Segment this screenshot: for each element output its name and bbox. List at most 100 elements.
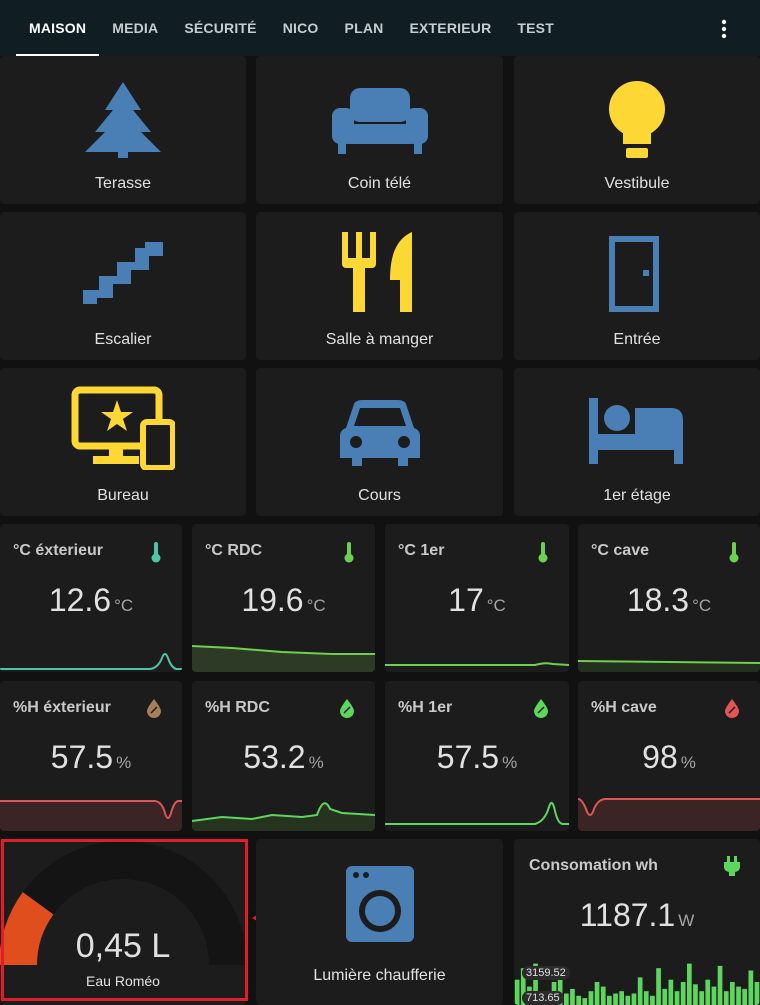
highlight-box <box>1 839 248 1001</box>
sensor-history-graph <box>385 801 569 825</box>
button-label: Entrée <box>613 331 661 348</box>
sensor-hum-cave[interactable]: %H cave 98% <box>578 681 760 831</box>
sensor-unit: % <box>680 753 696 772</box>
button-entree[interactable]: Entrée <box>514 212 760 360</box>
sensor-history-graph <box>0 800 182 831</box>
washing-machine-icon <box>345 866 414 942</box>
sensor-value: 57.5 <box>436 739 500 775</box>
overflow-menu-button[interactable] <box>714 18 734 40</box>
sensor-hum-1er[interactable]: %H 1er 57.5% <box>385 681 569 831</box>
sensor-unit: % <box>502 753 518 772</box>
button-label: Coin télé <box>347 175 412 192</box>
tab-nico[interactable]: NICO <box>270 0 332 56</box>
power-bar <box>650 995 655 1005</box>
sensor-name: °C cave <box>591 542 649 559</box>
sensor-history-graph <box>192 802 375 831</box>
sensor-temp-1er[interactable]: °C 1er 17 °C <box>385 524 569 672</box>
sensor-unit: °C <box>692 596 712 615</box>
sensor-value: 18.3 <box>626 582 690 618</box>
power-bar <box>576 995 581 1005</box>
sensor-history-graph <box>385 662 569 666</box>
button-1er-etage[interactable]: 1er étage <box>514 368 760 516</box>
power-bar <box>643 991 649 1005</box>
button-escalier[interactable]: Escalier <box>0 212 246 360</box>
sensor-name: %H 1er <box>398 699 453 716</box>
button-coin-tele[interactable]: Coin télé <box>256 56 503 204</box>
power-max-label: 3159.52 <box>522 966 570 980</box>
thermometer-icon <box>151 542 161 563</box>
button-vestibule[interactable]: Vestibule <box>514 56 760 204</box>
button-salle-a-manger[interactable]: Salle à manger <box>256 212 503 360</box>
sensor-name: °C RDC <box>205 542 263 559</box>
sensor-value: 19.6 <box>241 582 304 618</box>
power-bar <box>656 968 661 1005</box>
power-bar <box>619 991 624 1005</box>
sensor-unit: °C <box>306 596 326 615</box>
power-bar <box>588 991 594 1005</box>
power-bar <box>680 982 686 1005</box>
power-bar <box>711 986 717 1005</box>
power-bar <box>564 993 569 1005</box>
power-bar <box>687 963 692 1005</box>
power-bar <box>637 977 643 1005</box>
sensor-value: 53.2 <box>243 739 306 775</box>
sensor-hum-rdc[interactable]: %H RDC 53.2% <box>192 681 375 831</box>
tab-media[interactable]: MEDIA <box>99 0 171 56</box>
power-bar <box>742 988 747 1005</box>
power-bar <box>582 998 588 1005</box>
power-bar <box>674 991 680 1005</box>
power-bar <box>668 979 674 1005</box>
power-bar <box>717 965 723 1005</box>
power-bar <box>730 982 735 1005</box>
button-label: 1er étage <box>603 487 671 504</box>
power-bar <box>631 993 637 1005</box>
sensor-value: 17 <box>448 582 484 618</box>
sensor-name: %H éxterieur <box>13 699 111 716</box>
sensor-name: °C éxterieur <box>13 542 103 559</box>
sensor-history-graph <box>192 645 375 672</box>
button-terasse[interactable]: Terasse <box>0 56 246 204</box>
power-bar <box>662 988 668 1005</box>
button-lumiere-chaufferie[interactable]: Lumière chaufferie <box>256 839 503 1005</box>
sensor-power-consumption[interactable]: Consomation wh 1187.1 W 3159.52 713.65 <box>514 839 760 1005</box>
monitor-star-icon <box>71 386 175 470</box>
water-percent-icon <box>340 699 354 718</box>
tab-maison[interactable]: MAISON <box>16 0 100 56</box>
button-bureau[interactable]: Bureau <box>0 368 246 516</box>
sensor-temp-rdc[interactable]: °C RDC 19.6 °C <box>192 524 375 672</box>
power-bar <box>570 988 575 1005</box>
button-cours[interactable]: Cours <box>256 368 503 516</box>
sensor-unit: % <box>116 753 132 772</box>
stairs-icon <box>83 242 163 304</box>
sensor-value: 12.6 <box>48 582 112 618</box>
sensor-temp-cave[interactable]: °C cave 18.3 °C <box>578 524 760 672</box>
power-bar <box>748 970 754 1005</box>
tab-plan[interactable]: PLAN <box>332 0 397 56</box>
sensor-hum-exterieur[interactable]: %H éxterieur 57.5% <box>0 681 182 831</box>
sensor-name: %H cave <box>591 699 657 716</box>
thermometer-icon <box>538 542 548 563</box>
sensor-temp-exterieur[interactable]: °C éxterieur 12.6 °C <box>0 524 182 672</box>
sensor-unit: °C <box>486 596 506 615</box>
sensor-unit: W <box>678 911 695 930</box>
button-label: Escalier <box>94 331 152 348</box>
sensor-unit: °C <box>114 596 134 615</box>
power-min-label: 713.65 <box>522 991 564 1005</box>
sensor-value: 98 <box>642 739 678 775</box>
power-bar <box>594 982 600 1005</box>
pine-tree-icon <box>85 82 161 158</box>
tab-test[interactable]: TEST <box>504 0 567 56</box>
tab-securite[interactable]: SÉCURITÉ <box>171 0 269 56</box>
button-label: Cours <box>358 487 401 504</box>
door-icon <box>609 236 659 312</box>
button-label: Bureau <box>97 487 149 504</box>
power-bar <box>625 995 631 1005</box>
power-bar <box>754 982 760 1005</box>
tab-exterieur[interactable]: EXTERIEUR <box>396 0 504 56</box>
thermometer-icon <box>344 542 354 563</box>
power-plug-icon <box>724 856 740 876</box>
sensor-history-graph <box>578 660 760 672</box>
sensor-unit: % <box>308 753 324 772</box>
button-label: Salle à manger <box>325 331 434 348</box>
thermometer-icon <box>729 542 739 563</box>
